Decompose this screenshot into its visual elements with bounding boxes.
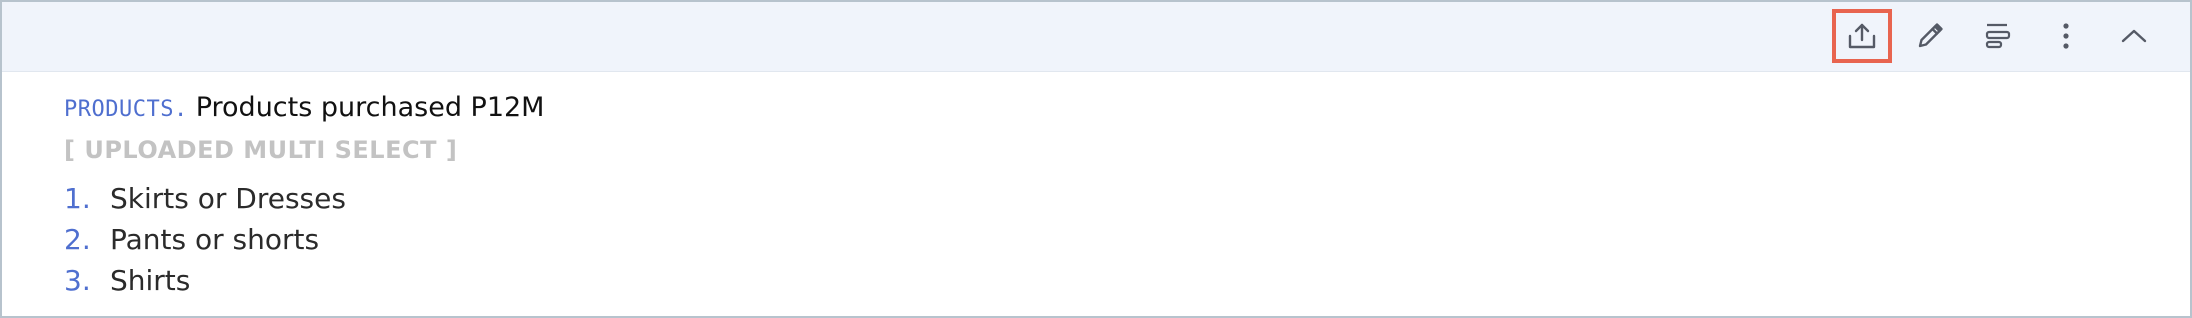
option-number: 3.: [64, 264, 91, 297]
format-button[interactable]: [1968, 9, 2028, 63]
option-label: Pants or shorts: [110, 223, 320, 256]
option-label: Shirts: [110, 264, 191, 297]
question-card: PRODUCTS. Products purchased P12M [ UPLOA…: [0, 0, 2192, 318]
edit-button[interactable]: [1900, 9, 1960, 63]
option-label: Skirts or Dresses: [110, 182, 346, 215]
collapse-button[interactable]: [2104, 9, 2164, 63]
more-vertical-icon: [2063, 23, 2069, 49]
upload-button[interactable]: [1832, 9, 1892, 63]
pencil-icon: [1918, 23, 1943, 48]
question-toolbar: [2, 2, 2190, 72]
answer-option: 1. Skirts or Dresses: [64, 178, 346, 219]
answer-option: 2. Pants or shorts: [64, 219, 346, 260]
answer-options-list: 1. Skirts or Dresses 2. Pants or shorts …: [64, 178, 346, 301]
answer-option: 3. Shirts: [64, 260, 346, 301]
more-options-button[interactable]: [2036, 9, 2096, 63]
upload-icon: [1848, 23, 1876, 49]
option-number: 1.: [64, 182, 91, 215]
question-header: PRODUCTS. Products purchased P12M: [64, 92, 544, 123]
question-code: PRODUCTS.: [64, 97, 188, 122]
align-left-icon: [1985, 23, 2011, 49]
option-number: 2.: [64, 223, 91, 256]
chevron-up-icon: [2121, 29, 2147, 43]
question-text: Products purchased P12M: [195, 92, 545, 123]
question-type-label: [ UPLOADED MULTI SELECT ]: [64, 136, 458, 164]
